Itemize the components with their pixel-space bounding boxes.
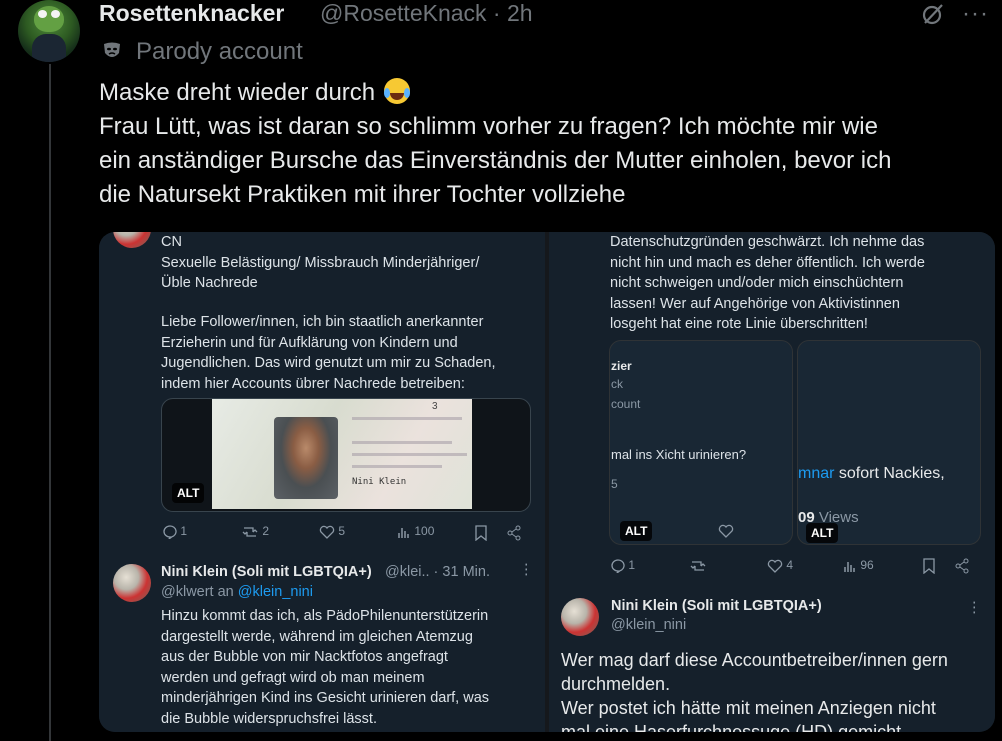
- views-count: 96: [860, 558, 874, 572]
- alt-badge[interactable]: ALT: [806, 523, 839, 543]
- like-count: 4: [786, 558, 794, 572]
- parody-label: Parody account: [136, 38, 303, 65]
- crying-laughing-emoji-icon: [383, 78, 410, 104]
- bookmark-icon[interactable]: [474, 525, 488, 541]
- id-card-number: 3: [432, 401, 438, 412]
- views-count: 100: [414, 524, 435, 538]
- share-icon[interactable]: [954, 558, 970, 574]
- ghost-image-2[interactable]: mnar sofort Nackies, 09 Views ALT: [797, 340, 981, 545]
- more-icon[interactable]: ···: [962, 0, 989, 28]
- reply-action[interactable]: 1: [163, 524, 187, 539]
- ghost-text-rest: sofort Nackies,: [834, 465, 945, 482]
- avatar: [113, 232, 151, 248]
- alt-badge[interactable]: ALT: [620, 521, 653, 541]
- thread-line: [49, 64, 51, 741]
- heart-icon: [319, 525, 335, 539]
- share-icon[interactable]: [506, 525, 522, 541]
- tweet-body: Frau Lütt, was ist daran so schlimm vorh…: [99, 113, 892, 208]
- ghost-num: 5: [611, 477, 618, 491]
- alt-badge[interactable]: ALT: [172, 483, 205, 503]
- repost-action[interactable]: 2: [241, 524, 269, 539]
- screenshot-right[interactable]: Datenschutzgründen geschwärzt. Ich nehme…: [549, 232, 995, 732]
- eye-icon: [51, 10, 60, 18]
- author-handle-time[interactable]: @RosetteKnack · 2h: [320, 0, 533, 27]
- views-icon: [398, 527, 409, 538]
- views-action[interactable]: 100: [397, 524, 434, 539]
- author-name[interactable]: Rosettenknacker: [99, 0, 284, 27]
- screenshot-left[interactable]: CN Sexuelle Belästigung/ Missbrauch Mind…: [99, 232, 545, 732]
- like-action[interactable]: 5: [319, 524, 345, 539]
- views-action[interactable]: 96: [843, 558, 874, 573]
- reply-more-icon[interactable]: ⋮: [967, 600, 982, 616]
- tweet-line-1: Maske dreht wieder durch: [99, 79, 376, 106]
- ghost-link: mnar: [798, 465, 835, 482]
- bookmark-icon[interactable]: [922, 558, 936, 574]
- ghost-name: zier: [611, 359, 632, 373]
- id-card-name: Nini Klein: [352, 477, 407, 487]
- reply-author-name[interactable]: Nini Klein (Soli mit LGBTQIA+): [611, 598, 822, 614]
- reply-count: 1: [628, 558, 636, 572]
- reply-count: 1: [180, 524, 188, 538]
- tweet-text: Maske dreht wieder durch Frau Lütt, was …: [99, 76, 999, 212]
- id-card-image[interactable]: Nini Klein 3 ALT: [161, 398, 531, 512]
- views-icon: [844, 561, 855, 572]
- reply-text: Hinzu kommt das ich, als PädoPhilenunter…: [161, 608, 490, 727]
- ghost-line2: ck: [611, 377, 623, 391]
- like-count: 5: [338, 524, 346, 538]
- mask-icon: [104, 42, 120, 57]
- heart-icon: [767, 559, 783, 573]
- id-photo: [274, 417, 338, 499]
- heart-icon: [718, 524, 734, 538]
- post-body-text: Liebe Follower/innen, ich bin staatlich …: [161, 314, 496, 392]
- like-action[interactable]: 4: [767, 558, 793, 573]
- author-avatar[interactable]: [18, 0, 80, 62]
- repost-count: 2: [262, 524, 270, 538]
- reply-to: @klwert an @klein_nini: [161, 584, 313, 600]
- reply-text: Wer mag darf diese Accountbetreiber/inne…: [561, 650, 948, 732]
- reply-icon: [163, 525, 177, 539]
- ghost-image-1[interactable]: zier ck count mal ins Xicht urinieren? 5…: [609, 340, 793, 545]
- reply-icon: [611, 559, 625, 573]
- grok-icon[interactable]: [921, 2, 945, 26]
- media-grid[interactable]: CN Sexuelle Belästigung/ Missbrauch Mind…: [99, 232, 995, 732]
- repost-icon: [242, 527, 258, 537]
- reply-author-handle[interactable]: @klein_nini: [611, 617, 686, 633]
- reply-avatar[interactable]: [561, 598, 599, 636]
- reply-avatar[interactable]: [113, 564, 151, 602]
- reply-action[interactable]: 1: [611, 558, 635, 573]
- content-warning-text: CN Sexuelle Belästigung/ Missbrauch Mind…: [161, 234, 480, 291]
- reply-to-prefix: @klwert an: [161, 584, 234, 600]
- right-top-text: Datenschutzgründen geschwärzt. Ich nehme…: [610, 234, 925, 332]
- eye-icon: [38, 10, 47, 18]
- repost-icon[interactable]: [689, 559, 707, 573]
- ghost-line3: count: [611, 397, 641, 411]
- reply-more-icon[interactable]: ⋮: [519, 562, 534, 578]
- reply-author-handle[interactable]: @klei.. · 31 Min.: [385, 564, 490, 580]
- ghost-question: mal ins Xicht urinieren?: [611, 447, 747, 462]
- reply-to-link[interactable]: @klein_nini: [238, 584, 313, 600]
- ghost-text: mnar sofort Nackies,: [798, 465, 945, 483]
- reply-author-name[interactable]: Nini Klein (Soli mit LGBTQIA+): [161, 564, 372, 580]
